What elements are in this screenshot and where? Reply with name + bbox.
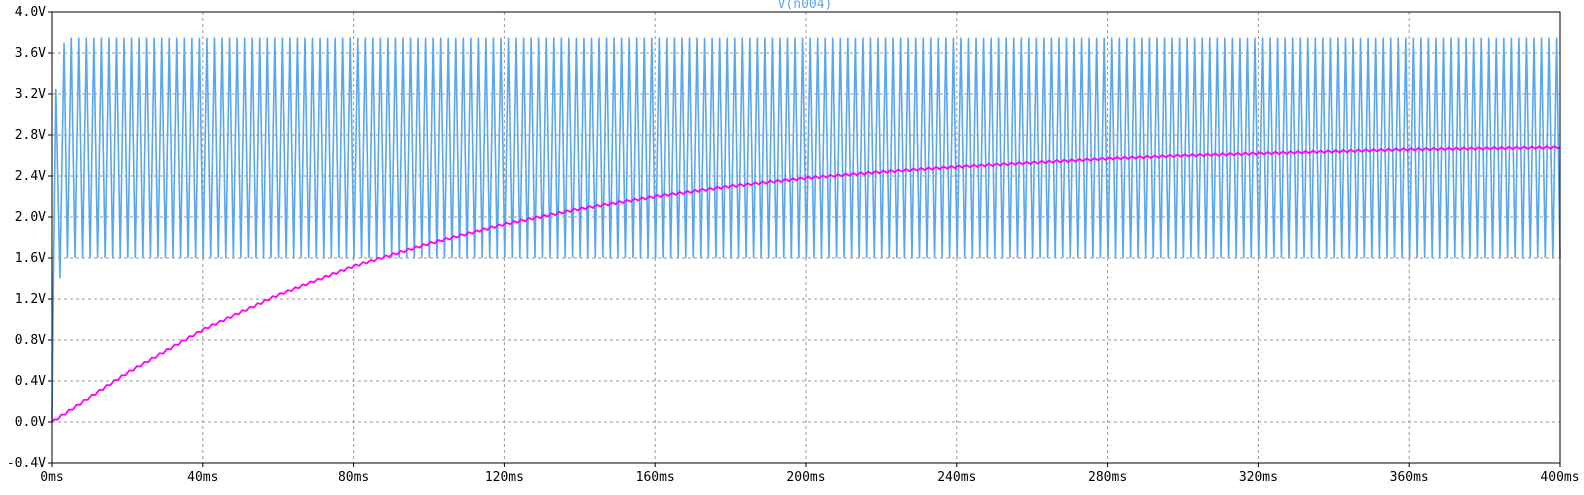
x-tick-label: 160ms	[636, 470, 675, 485]
x-tick-label: 120ms	[485, 470, 524, 485]
trace-label[interactable]: V(n004)	[778, 0, 833, 12]
y-tick-label: 2.0V	[15, 210, 46, 225]
x-tick-label: 0ms	[40, 470, 63, 485]
y-tick-label: 2.8V	[15, 128, 46, 143]
y-tick-label: 0.8V	[15, 333, 46, 348]
x-tick-label: 400ms	[1540, 470, 1579, 485]
x-tick-label: 360ms	[1390, 470, 1429, 485]
y-tick-label: 4.0V	[15, 5, 46, 20]
y-tick-label: 2.4V	[15, 169, 46, 184]
tick-layer: 0ms 40ms 80ms 120ms 160ms 200ms 240ms 280ms 320m…	[7, 5, 1580, 485]
y-tick-label: 0.4V	[15, 374, 46, 389]
x-tick-label: 40ms	[187, 470, 218, 485]
y-tick-label: 3.6V	[15, 46, 46, 61]
series-line-oscillation	[51, 37, 1561, 423]
x-tick-label: 80ms	[338, 470, 369, 485]
trace-layer	[51, 37, 1561, 423]
waveform-plot: 0ms 40ms 80ms 120ms 160ms 200ms 240ms 280ms 320m…	[7, 0, 1580, 485]
y-tick-label: 0.0V	[15, 415, 46, 430]
y-tick-label: -0.4V	[7, 456, 46, 471]
x-tick-label: 320ms	[1239, 470, 1278, 485]
y-tick-label: 3.2V	[15, 87, 46, 102]
y-tick-label: 1.2V	[15, 292, 46, 307]
x-tick-label: 240ms	[937, 470, 976, 485]
y-tick-label: 1.6V	[15, 251, 46, 266]
x-tick-label: 280ms	[1088, 470, 1127, 485]
x-tick-label: 200ms	[786, 470, 825, 485]
